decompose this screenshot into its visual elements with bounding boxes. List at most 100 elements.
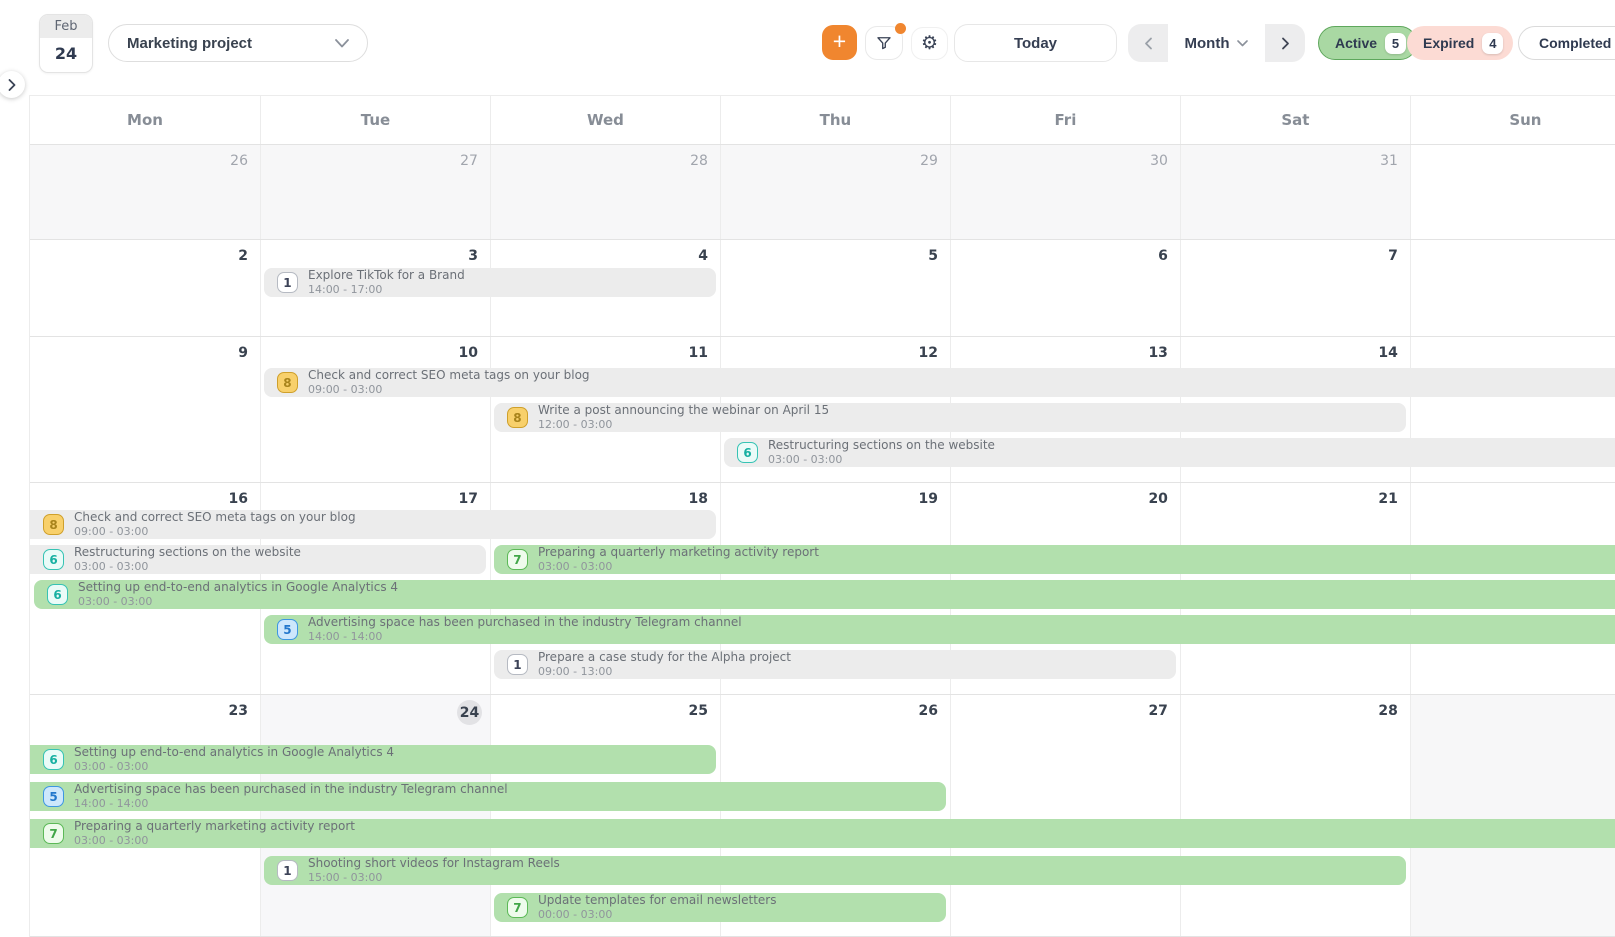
date-number: 29	[920, 153, 938, 169]
event-count-badge: 7	[507, 897, 528, 918]
event-bar[interactable]: 6 Restructuring sections on the website03…	[724, 438, 1615, 467]
day-cell[interactable]: 27	[950, 695, 1180, 936]
date-number: 27	[460, 153, 478, 169]
event-bar[interactable]: 6Setting up end-to-end analytics in Goog…	[30, 745, 716, 774]
view-mode-value: Month	[1185, 35, 1230, 52]
day-cell[interactable]: 7	[1180, 240, 1410, 336]
event-text: Explore TikTok for a Brand14:00 - 17:00	[308, 269, 465, 296]
day-cell[interactable]: 10	[260, 337, 490, 482]
filter-pill-expired-label: Expired	[1423, 35, 1474, 51]
event-bar[interactable]: 1Prepare a case study for the Alpha proj…	[494, 650, 1176, 679]
day-cell[interactable]: 24	[260, 695, 490, 936]
today-button[interactable]: Today	[954, 24, 1117, 62]
event-title: Setting up end-to-end analytics in Googl…	[78, 581, 398, 594]
event-time: 09:00 - 13:00	[538, 665, 791, 678]
date-number: 20	[1148, 491, 1167, 507]
event-time: 14:00 - 17:00	[308, 283, 465, 296]
event-text: Check and correct SEO meta tags on your …	[74, 511, 356, 538]
week-row-4: 1617181920218Check and correct SEO meta …	[30, 483, 1615, 695]
day-cell[interactable]: 9	[30, 337, 260, 482]
event-title: Setting up end-to-end analytics in Googl…	[74, 746, 394, 759]
event-title: Prepare a case study for the Alpha proje…	[538, 651, 791, 664]
plus-icon: +	[833, 30, 846, 53]
event-bar[interactable]: 7 Preparing a quarterly marketing activit…	[30, 819, 1615, 848]
event-bar[interactable]: 7Update templates for email newsletters0…	[494, 893, 946, 922]
event-title: Check and correct SEO meta tags on your …	[308, 369, 590, 382]
day-cell[interactable]: 6	[950, 240, 1180, 336]
day-cell[interactable]: 28	[1180, 695, 1410, 936]
event-bar[interactable]: 7Preparing a quarterly marketing activit…	[494, 545, 1615, 574]
filter-pill-expired[interactable]: Expired 4	[1407, 26, 1513, 60]
event-text: Write a post announcing the webinar on A…	[538, 404, 829, 431]
filter-pill-active[interactable]: Active 5	[1318, 26, 1417, 60]
event-count-badge: 1	[277, 860, 298, 881]
event-title: Preparing a quarterly marketing activity…	[74, 820, 355, 833]
filter-pill-completed[interactable]: Completed	[1518, 26, 1615, 60]
date-number: 3	[468, 248, 478, 264]
event-time: 09:00 - 03:00	[308, 383, 590, 396]
day-cell[interactable]: 27	[260, 145, 490, 239]
day-cell[interactable]: 28	[490, 145, 720, 239]
view-mode-select[interactable]: Month	[1168, 24, 1265, 62]
day-cell[interactable]: 5	[720, 240, 950, 336]
date-number: 26	[230, 153, 248, 169]
event-title: Check and correct SEO meta tags on your …	[74, 511, 356, 524]
day-cell[interactable]	[1410, 695, 1615, 936]
day-cell[interactable]: 30	[950, 145, 1180, 239]
event-bar[interactable]: 8Write a post announcing the webinar on …	[494, 403, 1406, 432]
event-bar[interactable]: 8Check and correct SEO meta tags on your…	[30, 510, 716, 539]
date-number: 17	[458, 491, 477, 507]
date-number: 5	[928, 248, 938, 264]
filter-pill-active-count: 5	[1385, 33, 1406, 54]
day-header-tue: Tue	[260, 96, 490, 144]
event-count-badge: 7	[43, 823, 64, 844]
day-cell[interactable]: 29	[720, 145, 950, 239]
project-select[interactable]: Marketing project	[108, 24, 368, 62]
date-number: 14	[1378, 345, 1397, 361]
event-count-badge: 6	[47, 584, 68, 605]
calendar-grid: MonTueWedThuFriSatSun 262728293031234567…	[29, 95, 1615, 937]
event-bar[interactable]: 6 Setting up end-to-end analytics in Goog…	[34, 580, 1615, 609]
date-number: 27	[1148, 703, 1167, 719]
event-bar[interactable]: 5Advertising space has been purchased in…	[30, 782, 946, 811]
week-row-3: 910111213148Check and correct SEO meta t…	[30, 337, 1615, 483]
date-number: 13	[1148, 345, 1167, 361]
event-bar[interactable]: 6Restructuring sections on the website03…	[30, 545, 486, 574]
next-period-button[interactable]	[1265, 24, 1305, 62]
event-time: 03:00 - 03:00	[538, 560, 819, 573]
day-cell[interactable]	[1410, 240, 1615, 336]
chevron-right-icon	[1281, 37, 1290, 50]
event-text: Setting up end-to-end analytics in Googl…	[74, 746, 394, 773]
event-count-badge: 6	[737, 442, 758, 463]
event-time: 09:00 - 03:00	[74, 525, 356, 538]
event-bar[interactable]: 5Advertising space has been purchased in…	[264, 615, 1615, 644]
event-bar[interactable]: 1Explore TikTok for a Brand14:00 - 17:00	[264, 268, 716, 297]
settings-button[interactable]: ⚙	[911, 27, 948, 60]
event-title: Restructuring sections on the website	[74, 546, 301, 559]
date-number: 28	[690, 153, 708, 169]
event-text: Shooting short videos for Instagram Reel…	[308, 857, 560, 884]
event-time: 03:00 - 03:00	[74, 834, 355, 847]
event-bar[interactable]: 1 Shooting short videos for Instagram Ree…	[264, 856, 1406, 885]
day-cell[interactable]: 23	[30, 695, 260, 936]
date-number: 6	[1158, 248, 1168, 264]
event-count-badge: 5	[277, 619, 298, 640]
day-cell[interactable]	[1410, 145, 1615, 239]
date-number: 18	[688, 491, 707, 507]
chevron-right-icon	[8, 79, 16, 91]
sidebar-expand-button[interactable]	[0, 71, 25, 98]
day-cell[interactable]: 31	[1180, 145, 1410, 239]
week-row-5: 2324252627286Setting up end-to-end analy…	[30, 695, 1615, 937]
add-task-button[interactable]: +	[822, 25, 857, 60]
day-cell[interactable]: 2	[30, 240, 260, 336]
filter-button[interactable]	[865, 26, 903, 60]
prev-period-button[interactable]	[1128, 24, 1168, 62]
event-bar[interactable]: 8Check and correct SEO meta tags on your…	[264, 368, 1615, 397]
day-cell[interactable]: 26	[30, 145, 260, 239]
mini-date-badge: Feb 24	[39, 14, 93, 73]
date-number: 23	[229, 703, 248, 719]
event-text: Restructuring sections on the website03:…	[768, 439, 995, 466]
mini-date-month: Feb	[40, 15, 92, 38]
event-time: 14:00 - 14:00	[74, 797, 508, 810]
week-row-2: 2345671Explore TikTok for a Brand14:00 -…	[30, 240, 1615, 337]
